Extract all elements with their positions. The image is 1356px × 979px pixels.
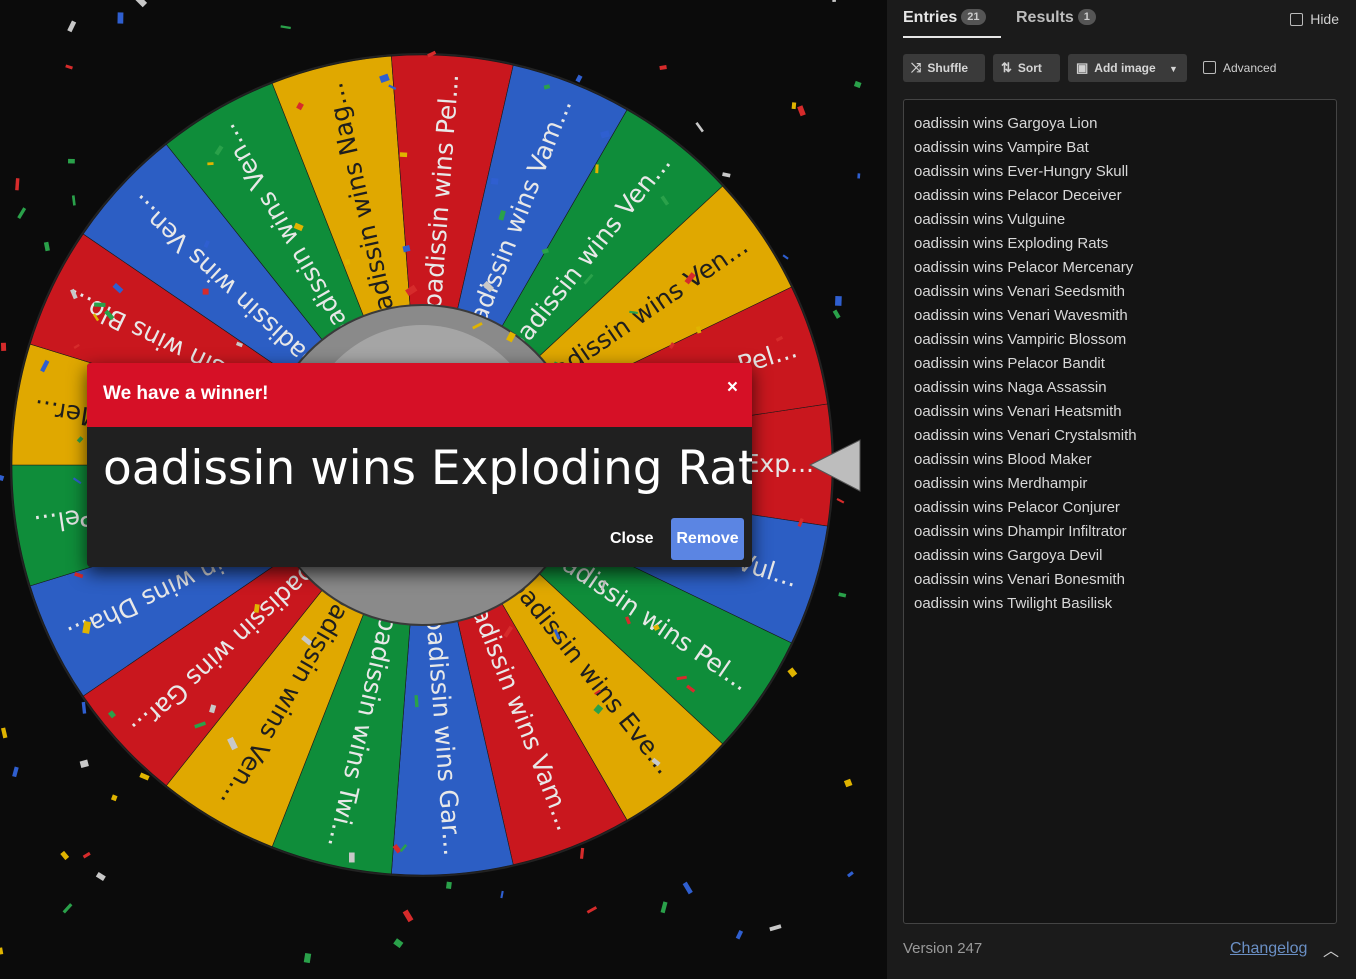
entry-item: oadissin wins Pelacor Bandit <box>914 355 1105 372</box>
entry-item: oadissin wins Exploding Rats <box>914 235 1109 252</box>
advanced-label: Advanced <box>1223 61 1277 75</box>
close-button[interactable]: Close <box>602 518 662 560</box>
entry-item: oadissin wins Venari Seedsmith <box>914 283 1125 300</box>
tab-entries-label: Entries <box>903 9 958 26</box>
sort-button[interactable]: ⇅ Sort <box>993 54 1060 82</box>
chevron-down-icon: ▼ <box>1168 64 1178 74</box>
changelog-link[interactable]: Changelog <box>1230 940 1307 958</box>
entry-item: oadissin wins Pelacor Mercenary <box>914 259 1134 276</box>
entry-item: oadissin wins Pelacor Deceiver <box>914 187 1122 204</box>
version-text: Version 247 <box>903 940 983 957</box>
results-count-badge: 1 <box>1077 9 1096 25</box>
entry-item: oadissin wins Pelacor Conjurer <box>914 499 1120 516</box>
sort-label: Sort <box>1017 61 1042 75</box>
hide-checkbox-box[interactable] <box>1290 13 1304 26</box>
entry-item: oadissin wins Gargoya Devil <box>914 547 1103 564</box>
add-image-label: Add image <box>1094 61 1156 75</box>
entries-list: oadissin wins Gargoya Lion oadissin wins … <box>904 100 1336 616</box>
add-image-button[interactable]: ▣ Add image ▼ <box>1068 54 1187 82</box>
dialog-title: We have a winner! <box>103 383 269 404</box>
shuffle-button[interactable]: ⤨ Shuffle <box>903 54 985 82</box>
entry-item: oadissin wins Gargoya Lion <box>914 115 1098 132</box>
close-icon[interactable]: × <box>727 377 738 399</box>
sort-icon: ⇅ <box>1001 60 1012 75</box>
chevron-up-icon[interactable]: ︿ <box>1323 937 1339 961</box>
shuffle-label: Shuffle <box>927 61 969 75</box>
entry-item: oadissin wins Vulguine <box>914 211 1066 228</box>
hide-checkbox[interactable]: Hide <box>1290 10 1339 28</box>
entries-toolbar: ⤨ Shuffle ⇅ Sort ▣ Add image ▼ Advanced <box>903 54 1343 82</box>
advanced-checkbox[interactable]: Advanced <box>1203 54 1276 82</box>
entry-item: oadissin wins Dhampir Infiltrator <box>914 523 1127 540</box>
entry-item: oadissin wins Merdhampir <box>914 475 1088 492</box>
shuffle-icon: ⤨ <box>911 60 922 75</box>
entry-item: oadissin wins Naga Assassin <box>914 379 1107 396</box>
hide-label: Hide <box>1310 11 1339 27</box>
tab-results-label: Results <box>1016 9 1074 26</box>
side-panel: Entries 21 Results 1 Hide ⤨ Shuffle ⇅ Sort ▣… <box>887 0 1356 979</box>
entry-item: oadissin wins Venari Wavesmith <box>914 307 1128 324</box>
entry-item: oadissin wins Venari Heatsmith <box>914 403 1122 420</box>
tab-results[interactable]: Results 1 <box>1016 0 1096 36</box>
panel-tabs: Entries 21 Results 1 Hide <box>887 0 1356 38</box>
winner-text: oadissin wins Exploding Rats <box>103 441 752 496</box>
remove-button[interactable]: Remove <box>671 518 744 560</box>
entry-item: oadissin wins Vampiric Blossom <box>914 331 1127 348</box>
advanced-checkbox-box[interactable] <box>1203 61 1216 74</box>
entries-textarea[interactable]: oadissin wins Gargoya Lion oadissin wins … <box>903 99 1337 924</box>
entry-item: oadissin wins Venari Bonesmith <box>914 571 1125 588</box>
entry-item: oadissin wins Venari Crystalsmith <box>914 427 1137 444</box>
entry-item: oadissin wins Vampire Bat <box>914 139 1089 156</box>
entries-count-badge: 21 <box>961 9 986 25</box>
entry-item: oadissin wins Blood Maker <box>914 451 1092 468</box>
entry-item: oadissin wins Ever-Hungry Skull <box>914 163 1129 180</box>
dialog-header: We have a winner! × <box>87 363 752 427</box>
entry-item: oadissin wins Twilight Basilisk <box>914 595 1113 612</box>
tab-entries[interactable]: Entries 21 <box>903 0 1001 38</box>
image-icon: ▣ <box>1076 60 1089 75</box>
winner-dialog: We have a winner! × oadissin wins Explod… <box>87 363 752 567</box>
